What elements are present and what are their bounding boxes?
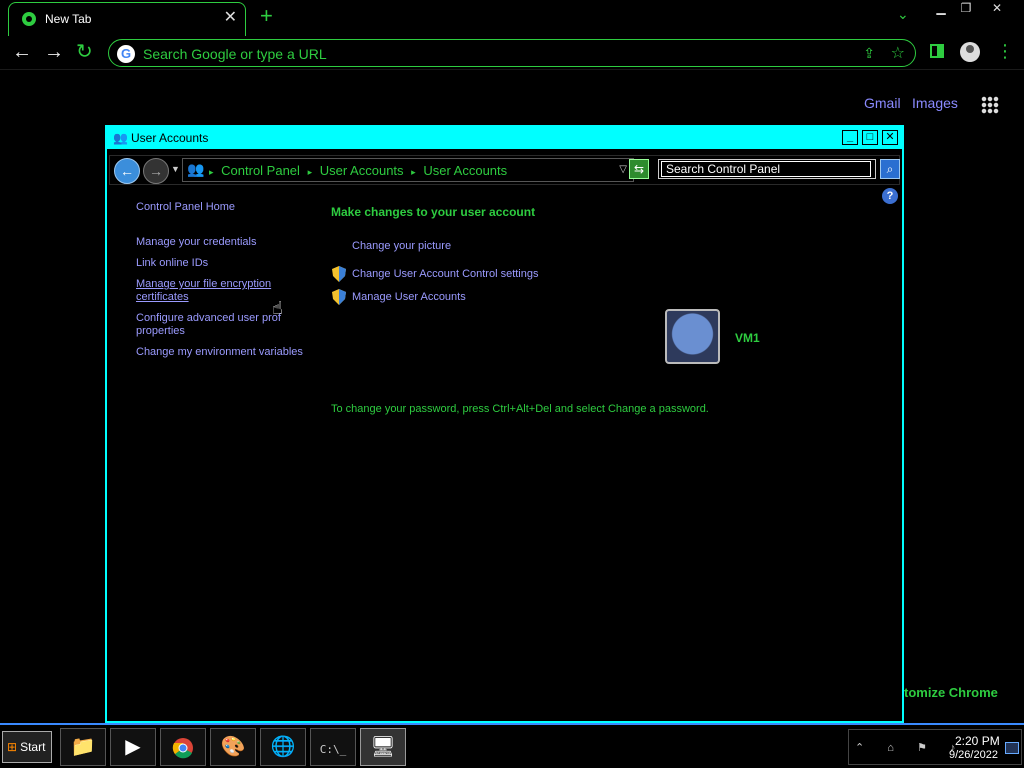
paint-taskbar-button[interactable]: 🎨 bbox=[210, 728, 256, 766]
media-player-taskbar-button[interactable]: ▶ bbox=[110, 728, 156, 766]
cmd-taskbar-button[interactable]: C:\_ bbox=[310, 728, 356, 766]
google-apps-icon[interactable] bbox=[981, 96, 999, 114]
search-input[interactable] bbox=[661, 161, 871, 177]
breadcrumb-separator-icon[interactable]: ▸ bbox=[308, 167, 313, 177]
chrome-menu-icon[interactable]: ⋮ bbox=[996, 42, 1014, 60]
uac-shield-icon bbox=[332, 266, 346, 282]
file-encryption-link-line2[interactable]: certificates bbox=[136, 291, 189, 304]
window-maximize-button[interactable]: □ bbox=[862, 130, 878, 145]
advanced-profile-link-line2[interactable]: properties bbox=[136, 325, 185, 338]
restore-button[interactable]: ❐ bbox=[952, 0, 980, 18]
window-minimize-button[interactable]: _ bbox=[842, 130, 858, 145]
window-close-button[interactable]: ✕ bbox=[882, 130, 898, 145]
page-title: Make changes to your user account bbox=[331, 205, 536, 219]
breadcrumb-separator-icon[interactable]: ▸ bbox=[411, 167, 416, 177]
breadcrumb-control-panel[interactable]: Control Panel bbox=[221, 163, 300, 178]
forward-arrow-icon[interactable]: → bbox=[44, 41, 64, 63]
google-icon: G bbox=[117, 45, 135, 63]
refresh-icon[interactable]: ⇆ bbox=[629, 159, 649, 179]
manage-accounts-shield-icon bbox=[332, 289, 346, 305]
explorer-back-icon[interactable]: ← bbox=[114, 158, 140, 184]
change-picture-link[interactable]: Change your picture bbox=[352, 240, 451, 252]
advanced-profile-link[interactable]: Configure advanced user prof bbox=[136, 312, 281, 325]
customize-chrome-button[interactable]: tomize Chrome bbox=[904, 685, 998, 700]
bookmark-star-icon[interactable]: ☆ bbox=[891, 43, 905, 63]
taskbar: ⊞ Start 📁 ▶ 🎨 🌐 C:\_ 🖥 ⌃ ⌂ ⚑ ♪ 2:20 PM 9/… bbox=[0, 723, 1024, 768]
search-icon[interactable]: ⌕ bbox=[880, 159, 900, 179]
explorer-address-bar: ← → ▼ 👥 ▸ Control Panel ▸ User Accounts … bbox=[109, 155, 900, 185]
control-panel-taskbar-button[interactable]: 🖥 bbox=[360, 728, 406, 766]
environment-variables-link[interactable]: Change my environment variables bbox=[136, 346, 303, 359]
breadcrumb-user-accounts-current[interactable]: User Accounts bbox=[423, 163, 507, 178]
network-taskbar-button[interactable]: 🌐 bbox=[260, 728, 306, 766]
control-panel-icon: 🖥 bbox=[370, 736, 396, 758]
media-player-icon: ▶ bbox=[125, 736, 141, 758]
tab-close-icon[interactable]: ✕ bbox=[224, 9, 237, 27]
manage-user-accounts-link[interactable]: Manage User Accounts bbox=[352, 291, 466, 303]
window-titlebar[interactable]: 👥 User Accounts _ □ ✕ bbox=[107, 127, 902, 149]
folder-icon: 📁 bbox=[70, 736, 96, 758]
user-accounts-window: 👥 User Accounts _ □ ✕ ← → ▼ 👥 ▸ Control … bbox=[105, 125, 904, 723]
hand-cursor-icon: ☝ bbox=[272, 298, 283, 318]
chrome-favicon-icon bbox=[22, 12, 36, 26]
side-panel-icon[interactable] bbox=[930, 44, 944, 58]
user-accounts-icon: 👥 bbox=[113, 131, 128, 145]
manage-credentials-link[interactable]: Manage your credentials bbox=[136, 236, 256, 249]
start-label: Start bbox=[20, 740, 46, 754]
omnibox-placeholder[interactable]: Search Google or type a URL bbox=[143, 46, 327, 62]
gmail-link[interactable]: Gmail bbox=[864, 95, 901, 111]
paint-palette-icon: 🎨 bbox=[220, 736, 246, 758]
close-button[interactable]: ✕ bbox=[983, 0, 1011, 18]
content-area: Control Panel Home Manage your credentia… bbox=[107, 189, 902, 719]
show-desktop-icon[interactable] bbox=[1005, 742, 1019, 754]
start-button[interactable]: ⊞ Start bbox=[2, 731, 52, 763]
password-note: To change your password, press Ctrl+Alt+… bbox=[331, 403, 709, 415]
breadcrumb[interactable]: 👥 ▸ Control Panel ▸ User Accounts ▸ User… bbox=[182, 158, 634, 182]
images-link[interactable]: Images bbox=[912, 95, 958, 111]
chrome-toolbar: ← → ↻ G Search Google or type a URL ⇪ ☆ … bbox=[0, 36, 1024, 70]
uac-settings-link[interactable]: Change User Account Control settings bbox=[352, 268, 539, 280]
clock-time[interactable]: 2:20 PM bbox=[955, 734, 1000, 748]
search-control-panel[interactable] bbox=[658, 159, 876, 179]
explorer-forward-icon[interactable]: → bbox=[143, 158, 169, 184]
tab-search-chevron-icon[interactable]: ⌄ bbox=[897, 6, 909, 23]
avatar bbox=[665, 309, 720, 364]
profile-avatar-icon[interactable] bbox=[960, 42, 980, 62]
back-arrow-icon[interactable]: ← bbox=[12, 41, 32, 63]
clock-date[interactable]: 9/26/2022 bbox=[949, 749, 998, 761]
user-name: VM1 bbox=[735, 331, 760, 345]
link-online-ids-link[interactable]: Link online IDs bbox=[136, 257, 208, 270]
control-panel-icon: 👥 bbox=[187, 161, 205, 177]
command-prompt-icon: C:\_ bbox=[319, 743, 347, 756]
explorer-taskbar-button[interactable]: 📁 bbox=[60, 728, 106, 766]
control-panel-home-link[interactable]: Control Panel Home bbox=[136, 201, 235, 214]
chrome-tabstrip: New Tab ✕ + ⌄ ▁ ❐ ✕ bbox=[0, 0, 1024, 36]
new-tab-button[interactable]: + bbox=[260, 5, 273, 27]
recent-pages-dropdown-icon[interactable]: ▼ bbox=[171, 164, 180, 174]
address-dropdown-icon[interactable]: ▽ bbox=[619, 164, 627, 175]
windows-flag-icon: ⊞ bbox=[7, 740, 18, 754]
tab-new-tab[interactable]: New Tab ✕ bbox=[8, 2, 246, 36]
reload-icon[interactable]: ↻ bbox=[76, 41, 93, 63]
breadcrumb-user-accounts[interactable]: User Accounts bbox=[320, 163, 404, 178]
breadcrumb-separator-icon[interactable]: ▸ bbox=[209, 167, 214, 177]
chrome-icon bbox=[172, 738, 193, 759]
chrome-taskbar-button[interactable] bbox=[160, 728, 206, 766]
share-icon[interactable]: ⇪ bbox=[863, 45, 875, 62]
omnibox[interactable]: G Search Google or type a URL ⇪ ☆ bbox=[108, 39, 916, 67]
tab-title: New Tab bbox=[45, 12, 92, 26]
network-globe-icon: 🌐 bbox=[270, 736, 296, 758]
file-encryption-link[interactable]: Manage your file encryption bbox=[136, 278, 271, 291]
window-title: User Accounts bbox=[131, 131, 209, 145]
system-tray: ⌃ ⌂ ⚑ ♪ 2:20 PM 9/26/2022 bbox=[848, 729, 1022, 765]
minimize-button[interactable]: ▁ bbox=[927, 0, 955, 18]
